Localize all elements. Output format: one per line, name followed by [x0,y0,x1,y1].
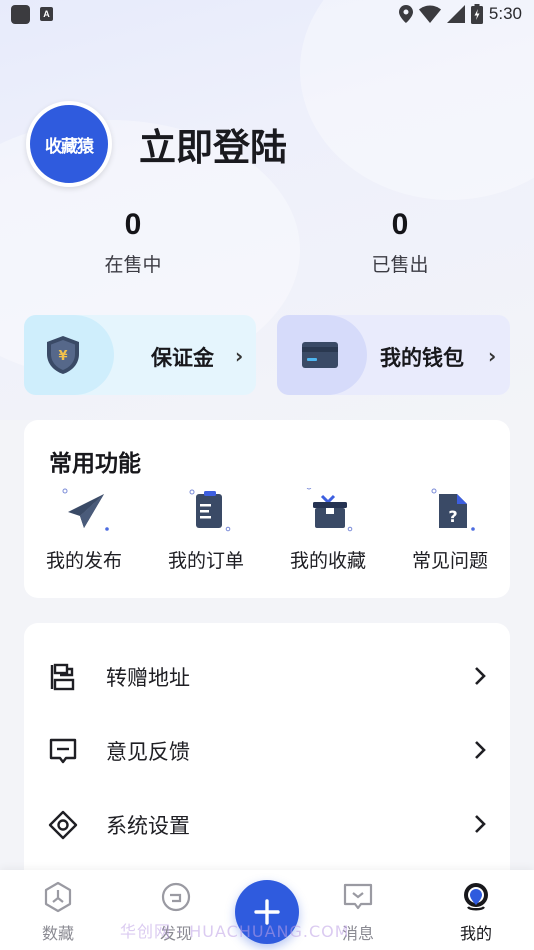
menu-item-transfer-address[interactable]: 转赠地址 [24,639,510,713]
discover-icon [161,882,191,912]
wifi-icon [418,5,441,23]
my-posts-button[interactable]: 我的发布 [29,484,139,584]
chevron-right-icon: › [488,344,497,368]
gift-box-icon [306,488,353,532]
keyboard-a-icon: A [40,7,53,21]
status-icons: 5:30 [398,3,522,25]
menu-label: 系统设置 [106,814,190,838]
tab-label: 我的 [459,924,492,943]
stat-label: 在售中 [104,254,162,276]
tab-discover[interactable]: 发现 [136,880,216,948]
wallet-card-icon [302,342,338,368]
deposit-label: 保证金 [151,346,214,370]
login-link[interactable]: 立即登陆 [139,117,287,171]
profile-pin-icon [464,883,488,911]
message-icon [343,883,373,910]
wallet-card[interactable]: 我的钱包 › [277,315,510,395]
tab-label: 消息 [341,924,374,943]
function-label: 我的收藏 [289,550,366,572]
tab-label: 发现 [159,924,192,943]
shield-yen-icon: ¥ [47,336,79,374]
add-button[interactable] [235,880,299,944]
chevron-right-icon [475,815,486,833]
settings-hex-icon [48,810,78,840]
stat-on-sale[interactable]: 0 在售中 [73,208,193,277]
wallet-label: 我的钱包 [380,346,464,370]
collection-hex-icon [44,881,72,913]
avatar-text: 收藏猿 [45,136,94,157]
feedback-message-icon [49,738,77,764]
chevron-right-icon [475,741,486,759]
app-notification-icon [11,5,30,24]
function-label: 我的订单 [167,550,244,572]
tab-label: 数藏 [41,924,74,943]
battery-icon [470,4,483,24]
location-icon [398,5,413,23]
stat-label: 已售出 [371,254,429,276]
plus-icon [254,899,280,925]
address-transfer-icon [50,663,75,691]
clipboard-list-icon [189,489,231,532]
menu-item-feedback[interactable]: 意见反馈 [24,713,510,787]
tab-messages[interactable]: 消息 [318,880,398,948]
status-time: 5:30 [488,4,522,23]
menu-label: 转赠地址 [106,666,190,690]
tab-mine[interactable]: 我的 [436,880,516,948]
section-title: 常用功能 [49,451,141,477]
status-bar: A 5:30 [0,0,534,30]
stat-value: 0 [391,208,409,241]
svg-text:¥: ¥ [58,349,67,364]
decor-blob [300,0,534,200]
menu-item-system-settings[interactable]: 系统设置 [24,787,510,861]
chevron-right-icon [475,667,486,685]
menu-label: 意见反馈 [106,740,190,764]
function-label: 常见问题 [411,550,488,572]
my-collections-button[interactable]: 我的收藏 [273,484,383,584]
avatar[interactable]: 收藏猿 [26,101,112,187]
paper-plane-icon [62,488,109,531]
common-functions-card: 常用功能 我的发布 我的订单 我的收藏 ? 常见问题 [24,420,510,598]
tab-collection[interactable]: 数藏 [18,880,98,948]
stat-value: 0 [124,208,142,241]
signal-icon [446,5,465,23]
question-doc-icon: ? [431,488,475,531]
chevron-right-icon: › [235,344,244,368]
stat-sold[interactable]: 0 已售出 [340,208,460,277]
function-label: 我的发布 [45,550,122,572]
svg-text:?: ? [448,507,457,526]
faq-button[interactable]: ? 常见问题 [395,484,505,584]
deposit-card[interactable]: ¥ 保证金 › [24,315,256,395]
settings-menu-card: 转赠地址 意见反馈 系统设置 [24,623,510,883]
my-orders-button[interactable]: 我的订单 [151,484,261,584]
